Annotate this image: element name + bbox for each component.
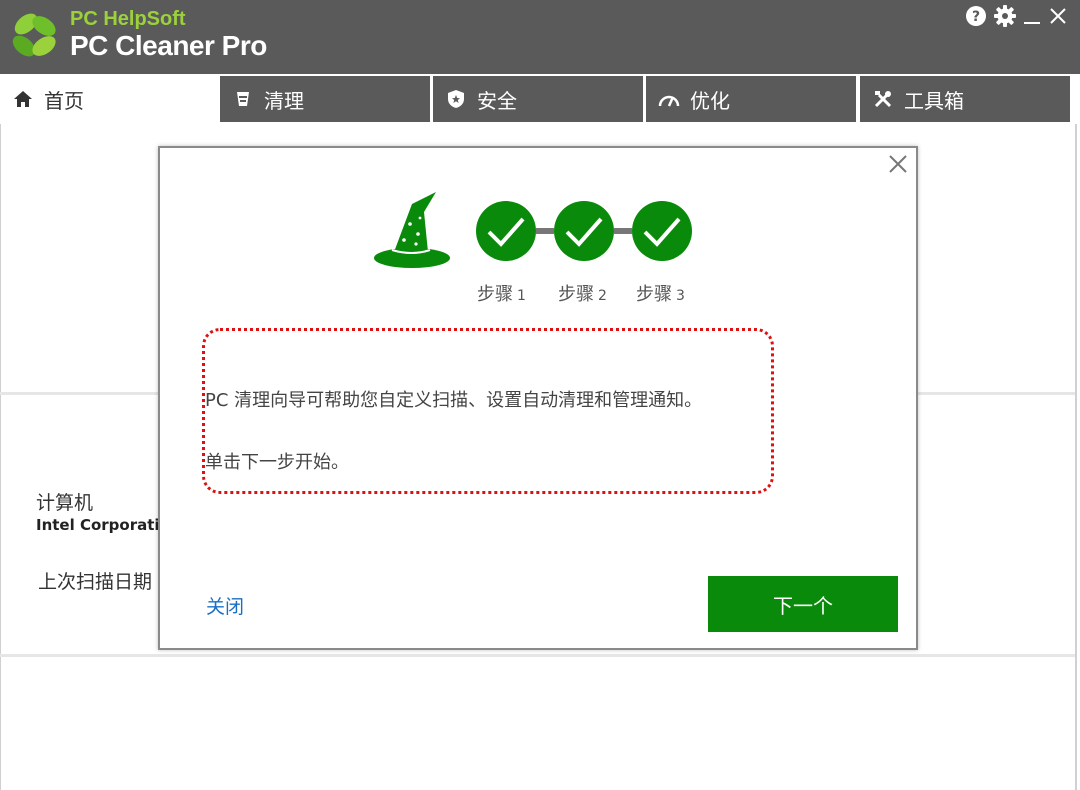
step-connector xyxy=(614,228,632,234)
wizard-hat-icon xyxy=(374,192,450,268)
step-1-label: 步骤 1 xyxy=(477,280,526,306)
tab-label: 安全 xyxy=(477,88,517,113)
last-scan-label: 上次扫描日期 xyxy=(38,571,153,593)
tab-label: 首页 xyxy=(44,88,84,113)
question-circle-icon: ? xyxy=(966,6,986,26)
wizard-message: PC 清理向导可帮助您自定义扫描、设置自动清理和管理通知。 xyxy=(205,390,703,411)
title-bar: PC HelpSoft PC Cleaner Pro ? xyxy=(0,0,1080,74)
step-label-text: 步骤 xyxy=(636,284,672,305)
dialog-close-icon[interactable] xyxy=(886,152,910,176)
settings-button[interactable] xyxy=(993,4,1017,28)
tools-icon xyxy=(872,88,894,110)
gear-icon xyxy=(994,5,1016,27)
app-title: PC Cleaner Pro xyxy=(70,30,267,61)
help-button[interactable]: ? xyxy=(964,4,988,28)
step-2-label: 步骤 2 xyxy=(558,280,607,306)
minimize-icon xyxy=(1024,22,1040,24)
divider xyxy=(0,654,1075,657)
tab-label: 优化 xyxy=(690,88,730,113)
close-window-button[interactable] xyxy=(1046,4,1070,28)
step-3-complete-icon xyxy=(632,201,692,261)
wizard-instruction: 单击下一步开始。 xyxy=(205,452,349,473)
step-number: 1 xyxy=(517,288,526,304)
leaf-logo-icon xyxy=(12,13,56,57)
speedometer-icon xyxy=(658,88,680,110)
step-1-complete-icon xyxy=(476,201,536,261)
tab-optimize[interactable]: 优化 xyxy=(646,76,856,122)
step-connector xyxy=(536,228,554,234)
main-left-border xyxy=(0,124,1,790)
step-number: 3 xyxy=(676,288,685,304)
tab-label: 清理 xyxy=(264,88,304,113)
shield-icon xyxy=(445,88,467,110)
minimize-button[interactable] xyxy=(1020,4,1044,28)
main-tabs: 首页 清理 安全 优化 工具箱 xyxy=(0,74,1080,124)
close-icon xyxy=(1050,8,1066,24)
home-icon xyxy=(12,88,34,110)
broom-icon xyxy=(232,88,254,110)
tab-security[interactable]: 安全 xyxy=(433,76,643,122)
computer-value: Intel Corporatio xyxy=(36,516,158,534)
close-link[interactable]: 关闭 xyxy=(206,592,244,619)
next-button[interactable]: 下一个 xyxy=(708,576,898,632)
tab-label: 工具箱 xyxy=(904,88,964,113)
brand-company: PC HelpSoft xyxy=(70,8,186,30)
step-label-text: 步骤 xyxy=(477,284,513,305)
step-label-text: 步骤 xyxy=(558,284,594,305)
main-right-border xyxy=(1075,124,1077,790)
step-3-label: 步骤 3 xyxy=(636,280,685,306)
tab-home[interactable]: 首页 xyxy=(0,76,218,122)
step-2-complete-icon xyxy=(554,201,614,261)
computer-label: 计算机 xyxy=(36,492,94,514)
wizard-dialog: 步骤 1 步骤 2 步骤 3 PC 清理向导可帮助您自定义扫描、设置自动清理和管理通知… xyxy=(158,146,918,650)
step-number: 2 xyxy=(598,288,607,304)
tab-toolbox[interactable]: 工具箱 xyxy=(860,76,1070,122)
svg-text:?: ? xyxy=(972,9,980,25)
tab-clean[interactable]: 清理 xyxy=(220,76,430,122)
